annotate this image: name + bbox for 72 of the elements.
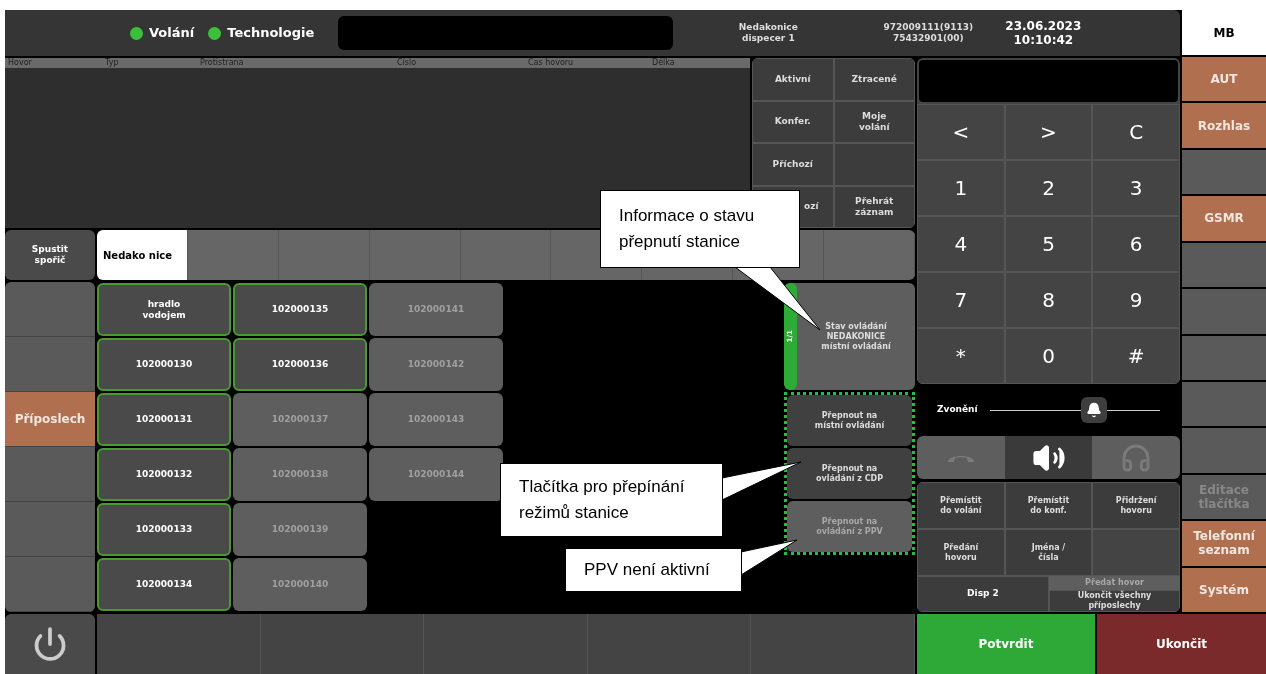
keypad-key[interactable]: 8 [1004,272,1093,328]
filter-button[interactable]: Přehrát záznam [833,185,915,228]
audio-mode-button[interactable] [1004,436,1093,479]
side-button[interactable] [5,502,95,557]
station-button[interactable]: 102000132 [97,448,231,501]
call-action-button[interactable]: Jména / čísla [1004,529,1093,576]
keypad-key[interactable]: 3 [1092,160,1180,216]
sidebar-button[interactable] [1182,242,1266,288]
call-action-button[interactable]: Přemístit do volání [917,482,1005,529]
end-button[interactable]: Ukončit [1097,614,1266,674]
date: 23.06.2023 [1005,19,1082,33]
dispatcher-button[interactable]: Disp 2 [917,576,1049,612]
keypad-key[interactable]: 9 [1092,272,1180,328]
station-button[interactable]: hradlo vodojem [97,283,231,336]
filter-button[interactable]: Konfer. [752,100,834,143]
keypad-key[interactable]: 6 [1092,216,1180,272]
column-header: Typ [105,58,119,68]
station-button[interactable]: 102000133 [97,503,231,556]
sidebar-button[interactable] [1182,335,1266,380]
column-header: Hovor [8,58,32,68]
power-icon [32,626,68,662]
side-button[interactable] [5,447,95,502]
station-button[interactable]: 102000130 [97,338,231,391]
keypad-key[interactable]: 4 [917,216,1005,272]
sidebar-button[interactable] [1182,381,1266,427]
ringer-label: Zvonění [937,403,978,417]
bell-icon [1085,402,1102,418]
keypad-key[interactable]: 7 [917,272,1005,328]
ringer-slider[interactable] [989,395,1160,425]
station-name: Nedakonice dispecer 1 [737,22,799,44]
call-action-button[interactable]: Přemístit do konf. [1004,482,1093,529]
keypad-key[interactable]: < [917,104,1005,160]
filter-button[interactable]: Moje volání [833,100,915,143]
keypad-key[interactable]: > [1004,104,1093,160]
filter-button[interactable]: Ztracené [833,58,915,101]
column-header: Délka [652,58,675,68]
side-button[interactable] [5,337,95,392]
station-button[interactable]: 102000131 [97,393,231,446]
keypad-key[interactable]: * [917,328,1005,384]
station-status-text: Stav ovládání NEDAKONICE místní ovládání [821,321,891,352]
mode-button[interactable]: Přepnout na ovládání z CDP [787,448,912,499]
station-button[interactable]: 102000135 [233,283,367,336]
keypad-key[interactable]: C [1092,104,1180,160]
slider-thumb[interactable] [1080,397,1107,423]
station-button[interactable]: 102000136 [233,338,367,391]
screensaver-button[interactable]: Spustit spořič [5,230,95,280]
power-button[interactable] [5,614,95,674]
sidebar-button[interactable]: MB [1182,10,1266,55]
keypad-key[interactable]: # [1092,328,1180,384]
column-header: Protistrana [200,58,244,68]
call-action-button[interactable]: Přidržení hovoru [1092,482,1180,529]
sidebar-button[interactable] [1182,149,1266,195]
column-header: Číslo [397,58,417,68]
status-label: Volání [149,24,195,43]
keypad-key[interactable]: 0 [1004,328,1093,384]
filter-button[interactable]: Aktivní [752,58,834,101]
status-label: Technologie [227,24,315,43]
end-monitoring-button[interactable]: Ukončit všechny příposlechy [1049,590,1180,612]
side-button[interactable] [5,282,95,337]
phone-numbers: 972009111(9113) 75432901(00) [882,22,975,44]
filter-button[interactable]: Příchozí [752,143,834,186]
mode-button[interactable]: Přepnout na místní ovládání [787,395,912,446]
column-header: Čas hovoru [528,58,574,68]
call-action-button[interactable] [1092,529,1180,576]
time: 10:10:42 [1013,33,1074,47]
filter-button[interactable] [833,143,915,186]
tab[interactable]: Nedako nice [97,230,188,280]
call-action-button[interactable]: Předání hovoru [917,529,1005,576]
station-button[interactable]: 102000134 [97,558,231,611]
keypad-key[interactable]: 2 [1004,160,1093,216]
keypad-key[interactable]: 5 [1004,216,1093,272]
keypad-key[interactable]: 1 [917,160,1005,216]
